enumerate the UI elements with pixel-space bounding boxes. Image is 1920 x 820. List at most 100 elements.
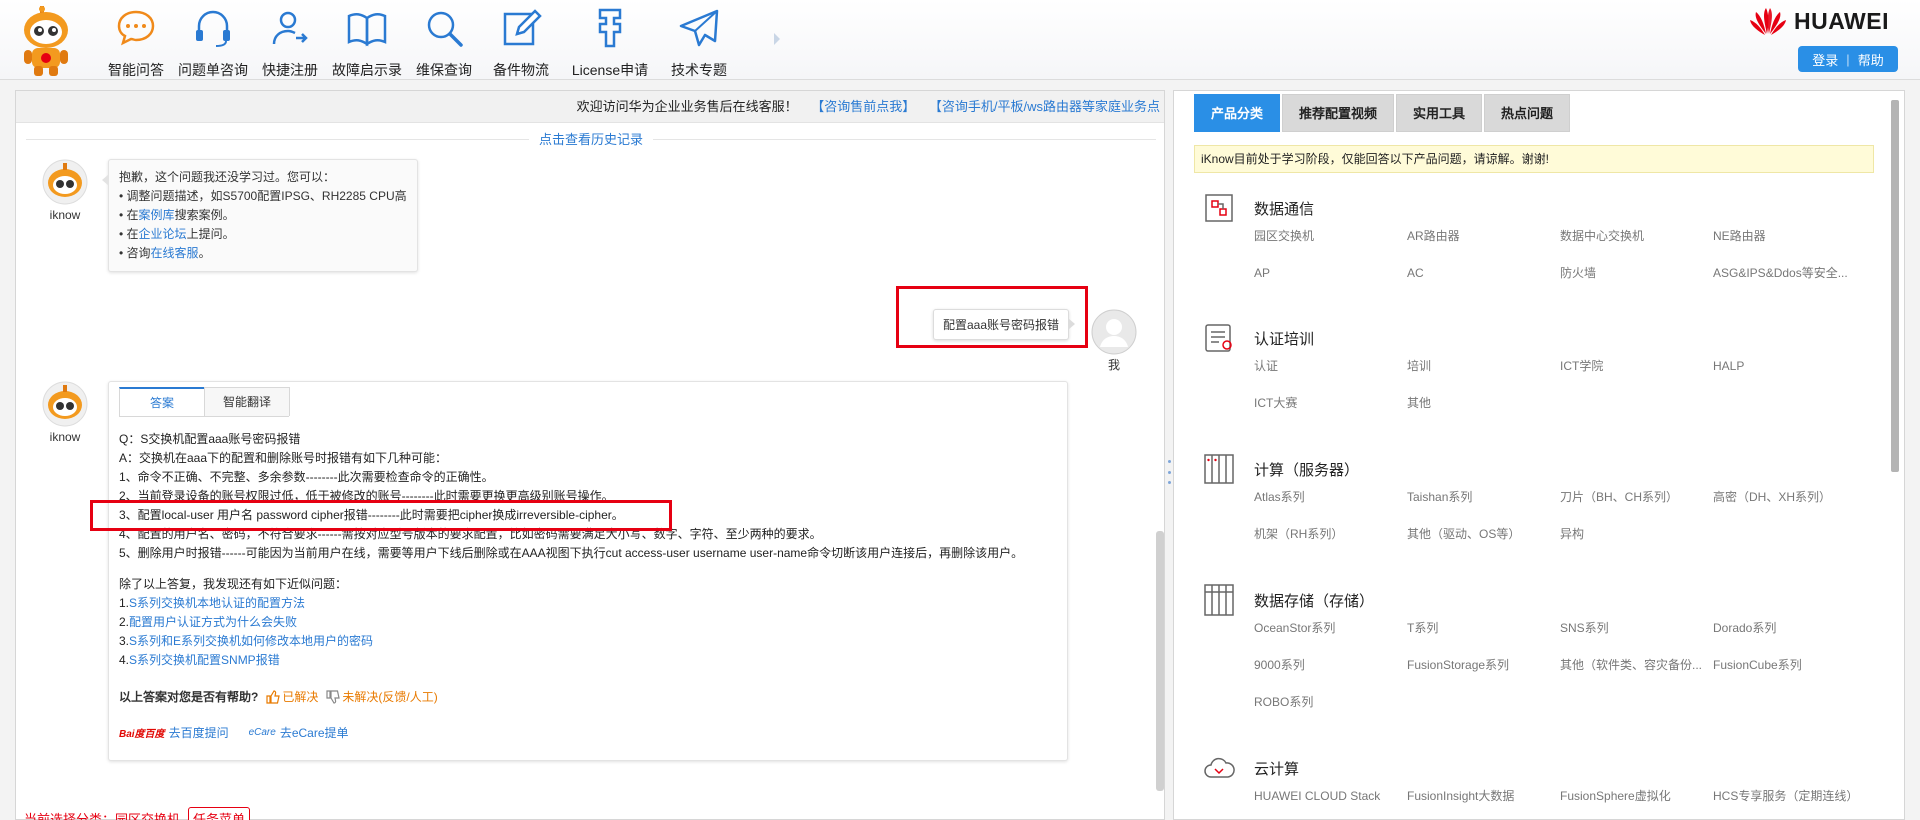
storage-cabinet-icon (1204, 584, 1234, 616)
related-num: 2. (119, 615, 130, 629)
product-link[interactable]: FusionStorage系列 (1407, 656, 1560, 675)
user-register-icon (272, 11, 308, 45)
nav-tech-topics[interactable]: 技术专题 (661, 6, 737, 80)
huawei-logo: HUAWEI (1748, 6, 1889, 36)
answer-card: 答案 智能翻译 Q：S交换机配置aaa账号密码报错 A：交换机在aaa下的配置和… (108, 381, 1068, 761)
view-history-link[interactable]: 点击查看历史记录 (528, 132, 653, 147)
login-link[interactable]: 登录 (1812, 50, 1838, 69)
product-link[interactable]: NE路由器 (1713, 227, 1866, 246)
nav-label: 维保查询 (416, 62, 472, 78)
ecare-ticket-link[interactable]: eCare 去eCare提单 (249, 724, 349, 741)
product-link[interactable]: 数据中心交换机 (1560, 227, 1713, 246)
related-question-link[interactable]: S系列交换机本地认证的配置方法 (129, 596, 305, 610)
product-link[interactable]: 防火墙 (1560, 264, 1713, 283)
product-link[interactable]: OceanStor系列 (1254, 619, 1407, 638)
welcome-bar: 欢迎访问华为企业业务售后在线客服！ 【咨询售前点我】 【咨询手机/平板/ws路由… (16, 91, 1164, 123)
product-link[interactable]: SNS系列 (1560, 619, 1713, 638)
product-link[interactable]: 机架（RH系列） (1254, 525, 1407, 544)
unsolved-label: 未解决(反馈/人工) (342, 690, 438, 704)
product-link[interactable]: ICT学院 (1560, 357, 1713, 376)
nav-label: 问题单咨询 (178, 62, 248, 78)
related-question-link[interactable]: S系列交换机配置SNMP报错 (129, 653, 280, 667)
product-link[interactable]: T系列 (1407, 619, 1560, 638)
product-link[interactable]: 认证 (1254, 357, 1407, 376)
product-panel-scrollbar[interactable] (1891, 100, 1899, 472)
related-question-link[interactable]: S系列和E系列交换机如何修改本地用户的密码 (129, 634, 373, 648)
product-link[interactable]: 园区交换机 (1254, 227, 1407, 246)
product-link[interactable]: FusionInsight大数据 (1407, 787, 1560, 806)
answer-question: Q：S交换机配置aaa账号密码报错 (119, 432, 301, 446)
tab-answer[interactable]: 答案 (119, 387, 205, 416)
license-icon (598, 8, 622, 48)
enterprise-forum-link[interactable]: 企业论坛 (139, 227, 187, 241)
product-link[interactable]: 9000系列 (1254, 656, 1407, 675)
nav-ticket-consult[interactable]: 问题单咨询 (175, 6, 251, 80)
nav-more-arrow-icon[interactable] (774, 33, 780, 45)
product-link[interactable]: 高密（DH、XH系列） (1713, 488, 1866, 507)
help-link[interactable]: 帮助 (1858, 50, 1884, 69)
chat-panel: 欢迎访问华为企业业务售后在线客服！ 【咨询售前点我】 【咨询手机/平板/ws路由… (15, 90, 1165, 820)
chat-scrollbar[interactable] (1156, 531, 1164, 791)
category-title: 数据通信 (1254, 200, 1315, 218)
product-link[interactable]: Atlas系列 (1254, 488, 1407, 507)
category-items: 认证 培训 ICT学院 HALP ICT大赛 其他 (1254, 357, 1882, 413)
product-link[interactable]: 异构 (1560, 525, 1713, 544)
tab-recommended-videos[interactable]: 推荐配置视频 (1282, 94, 1395, 132)
nav-fault-cases[interactable]: 故障启示录 (329, 6, 405, 80)
status-category: 园区交换机 (115, 812, 181, 820)
nav-smart-qa[interactable]: 智能问答 (98, 6, 174, 80)
product-link[interactable]: AC (1407, 264, 1560, 283)
product-link[interactable]: Taishan系列 (1407, 488, 1560, 507)
product-link[interactable]: FusionSphere虚拟化 (1560, 787, 1713, 806)
bot-msg-line: • 调整问题描述，如S5700配置IPSG、RH2285 CPU高 (119, 189, 407, 203)
tab-product-category[interactable]: 产品分类 (1194, 94, 1281, 132)
unsolved-button[interactable]: 未解决(反馈/人工) (326, 688, 438, 705)
nav-warranty-query[interactable]: 维保查询 (406, 6, 482, 80)
answer-intro: A：交换机在aaa下的配置和删除账号时报错有如下几种可能： (119, 451, 448, 465)
product-link[interactable]: 其他（驱动、OS等） (1407, 525, 1560, 544)
category-data-comm: 数据通信 园区交换机 AR路由器 数据中心交换机 NE路由器 AP AC 防火墙… (1202, 191, 1882, 283)
feedback-question: 以上答案对您是否有帮助? (119, 690, 259, 704)
solved-button[interactable]: 已解决 (266, 688, 318, 705)
product-link[interactable]: ICT大赛 (1254, 394, 1407, 413)
open-book-icon (347, 13, 387, 47)
product-link[interactable]: 培训 (1407, 357, 1560, 376)
task-menu-button[interactable]: 任务菜单 (188, 807, 251, 820)
product-link[interactable]: FusionCube系列 (1713, 656, 1866, 675)
iknow-robot-avatar-icon (42, 159, 88, 205)
product-link[interactable]: HALP (1713, 357, 1866, 376)
panel-resize-handle[interactable] (1168, 460, 1172, 484)
tab-hot-questions[interactable]: 热点问题 (1484, 94, 1571, 132)
baidu-ask-link[interactable]: Bai度百度 去百度提问 (119, 724, 229, 741)
product-link[interactable]: 刀片（BH、CH系列） (1560, 488, 1713, 507)
iknow-robot-avatar-icon (42, 381, 88, 427)
consumer-link[interactable]: 【咨询手机/平板/ws路由器等家庭业务点 (929, 99, 1160, 114)
bot-name: iknow (49, 208, 81, 222)
product-link[interactable]: ROBO系列 (1254, 693, 1407, 712)
nav-quick-register[interactable]: 快捷注册 (252, 6, 328, 80)
related-question-link[interactable]: 配置用户认证方式为什么会失败 (129, 615, 297, 629)
bot-msg-line: • 在企业论坛上提问。 (119, 225, 407, 244)
nav-spare-logistics[interactable]: 备件物流 (483, 6, 559, 80)
product-link[interactable]: 其他 (1407, 394, 1560, 413)
solved-label: 已解决 (282, 690, 319, 704)
magnifier-icon (427, 11, 463, 47)
product-link[interactable]: AR路由器 (1407, 227, 1560, 246)
product-link[interactable]: AP (1254, 264, 1407, 283)
category-cloud: 云计算 HUAWEI CLOUD Stack FusionInsight大数据 … (1202, 751, 1882, 806)
top-bar: 智能问答 问题单咨询 快捷注册 故障启示录 维保查询 备件物流 License申… (0, 0, 1920, 80)
product-link[interactable]: 其他（软件类、容灾备份... (1560, 656, 1713, 675)
product-link[interactable]: Dorado系列 (1713, 619, 1866, 638)
bot-msg-text: 搜索案例。 (174, 208, 235, 222)
product-link[interactable]: HUAWEI CLOUD Stack (1254, 787, 1407, 806)
tab-smart-translate[interactable]: 智能翻译 (204, 387, 290, 416)
presales-link[interactable]: 【咨询售前点我】 (811, 99, 915, 114)
nav-label: 备件物流 (493, 62, 549, 78)
case-library-link[interactable]: 案例库 (139, 208, 175, 222)
default-user-avatar-icon (1091, 309, 1137, 355)
product-link[interactable]: ASG&IPS&Ddos等安全... (1713, 264, 1866, 283)
tab-tools[interactable]: 实用工具 (1396, 94, 1483, 132)
product-link[interactable]: HCS专享服务（定期连线） (1713, 787, 1866, 806)
online-service-link[interactable]: 在线客服 (151, 246, 199, 260)
nav-license-apply[interactable]: License申请 (560, 6, 660, 80)
